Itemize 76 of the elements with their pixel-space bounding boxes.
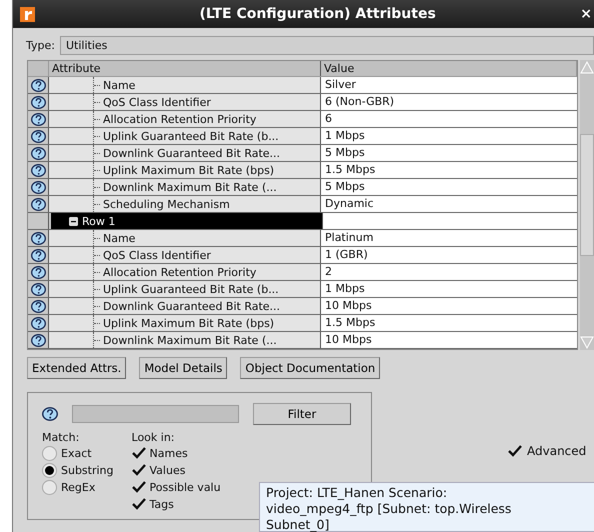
- help-icon[interactable]: [30, 334, 46, 346]
- match-option[interactable]: RegEx: [42, 479, 114, 495]
- filter-input[interactable]: [72, 405, 239, 423]
- match-label: Match:: [42, 431, 80, 444]
- value-cell[interactable]: 6: [321, 111, 577, 127]
- attribute-name: Downlink Maximum Bit Rate (...: [103, 180, 277, 194]
- dialog-button[interactable]: Extended Attrs.: [27, 357, 126, 379]
- checkbox[interactable]: [132, 447, 146, 459]
- group-row[interactable]: Row 1: [51, 213, 323, 229]
- help-icon[interactable]: [30, 282, 46, 296]
- dialog-button[interactable]: Model Details: [139, 357, 228, 379]
- value-cell[interactable]: 1 Mbps: [321, 128, 577, 144]
- look-in-label: Look in:: [132, 431, 176, 444]
- checkbox[interactable]: [132, 464, 146, 476]
- column-header[interactable]: Attribute: [49, 61, 321, 76]
- attribute-name: Downlink Guaranteed Bit Rate...: [103, 300, 280, 312]
- tooltip: Project: LTE_Hanen Scenario: video_mpeg4_ftp [Subnet: top.Wireless Subnet_0]: [259, 482, 594, 532]
- value-cell[interactable]: 10 Mbps: [321, 298, 577, 314]
- help-icon[interactable]: [30, 300, 46, 312]
- attribute-name: Allocation Retention Priority: [103, 112, 256, 126]
- help-icon[interactable]: [30, 112, 46, 126]
- look-in-checkbox[interactable]: Possible valu: [132, 479, 221, 495]
- value-cell[interactable]: 6 (Non-GBR): [321, 94, 577, 110]
- attribute-name: Name: [103, 78, 136, 92]
- column-header[interactable]: Value: [321, 61, 577, 76]
- attribute-name: Downlink Guaranteed Bit Rate...: [103, 146, 280, 160]
- help-icon[interactable]: [30, 96, 46, 108]
- value-cell[interactable]: 1.5 Mbps: [321, 315, 577, 331]
- value-cell[interactable]: Platinum: [321, 230, 577, 246]
- help-icon[interactable]: [42, 407, 58, 421]
- help-icon[interactable]: [30, 248, 46, 262]
- value-cell[interactable]: 1.5 Mbps: [321, 162, 577, 178]
- help-icon[interactable]: [30, 198, 46, 210]
- attribute-name: Uplink Maximum Bit Rate (bps): [103, 316, 274, 330]
- match-option[interactable]: Substring: [42, 462, 114, 478]
- value-cell[interactable]: 5 Mbps: [321, 179, 577, 195]
- value-cell[interactable]: 1 Mbps: [321, 281, 577, 297]
- match-option[interactable]: Exact: [42, 445, 114, 461]
- attribute-name: QoS Class Identifier: [103, 248, 211, 262]
- help-icon[interactable]: [30, 266, 46, 278]
- look-in-checkbox[interactable]: Names: [132, 445, 221, 461]
- attribute-name: Name: [103, 232, 136, 244]
- value-cell[interactable]: Silver: [321, 77, 577, 93]
- attribute-name: Uplink Guaranteed Bit Rate (b...: [103, 282, 279, 296]
- help-icon[interactable]: [30, 78, 46, 92]
- attribute-name: Uplink Maximum Bit Rate (bps): [103, 164, 274, 176]
- help-icon[interactable]: [30, 130, 46, 142]
- look-in-checkbox[interactable]: Values: [132, 462, 221, 478]
- look-in-checkbox[interactable]: Tags: [132, 496, 221, 512]
- attribute-name: QoS Class Identifier: [103, 96, 211, 108]
- checkbox[interactable]: [132, 481, 146, 493]
- value-cell[interactable]: Dynamic: [321, 196, 577, 212]
- type-label: Type:: [26, 38, 55, 52]
- checkbox[interactable]: [508, 445, 522, 457]
- attribute-name: Downlink Maximum Bit Rate (...: [103, 334, 277, 346]
- attribute-name: Scheduling Mechanism: [103, 198, 230, 210]
- advanced-checkbox[interactable]: Advanced: [508, 444, 586, 458]
- value-cell[interactable]: 5 Mbps: [321, 145, 577, 161]
- filter-button[interactable]: Filter: [253, 403, 351, 425]
- help-icon[interactable]: [30, 164, 46, 176]
- window-title: (LTE Configuration) Attributes: [198, 6, 437, 22]
- type-field: Utilities: [60, 36, 594, 54]
- value-cell[interactable]: 1 (GBR): [321, 247, 577, 263]
- attribute-name: Allocation Retention Priority: [103, 266, 256, 278]
- app-logo-icon: [20, 6, 35, 22]
- dialog-button[interactable]: Object Documentation: [240, 357, 380, 379]
- value-cell[interactable]: 10 Mbps: [321, 332, 577, 348]
- value-cell[interactable]: 2: [321, 264, 577, 280]
- help-icon[interactable]: [30, 316, 46, 330]
- close-button[interactable]: ×: [580, 6, 592, 22]
- help-icon[interactable]: [30, 232, 46, 244]
- help-icon[interactable]: [30, 180, 46, 194]
- attribute-name: Uplink Guaranteed Bit Rate (b...: [103, 130, 279, 142]
- checkbox[interactable]: [132, 498, 146, 510]
- help-icon[interactable]: [30, 146, 46, 160]
- collapse-icon[interactable]: [69, 216, 78, 226]
